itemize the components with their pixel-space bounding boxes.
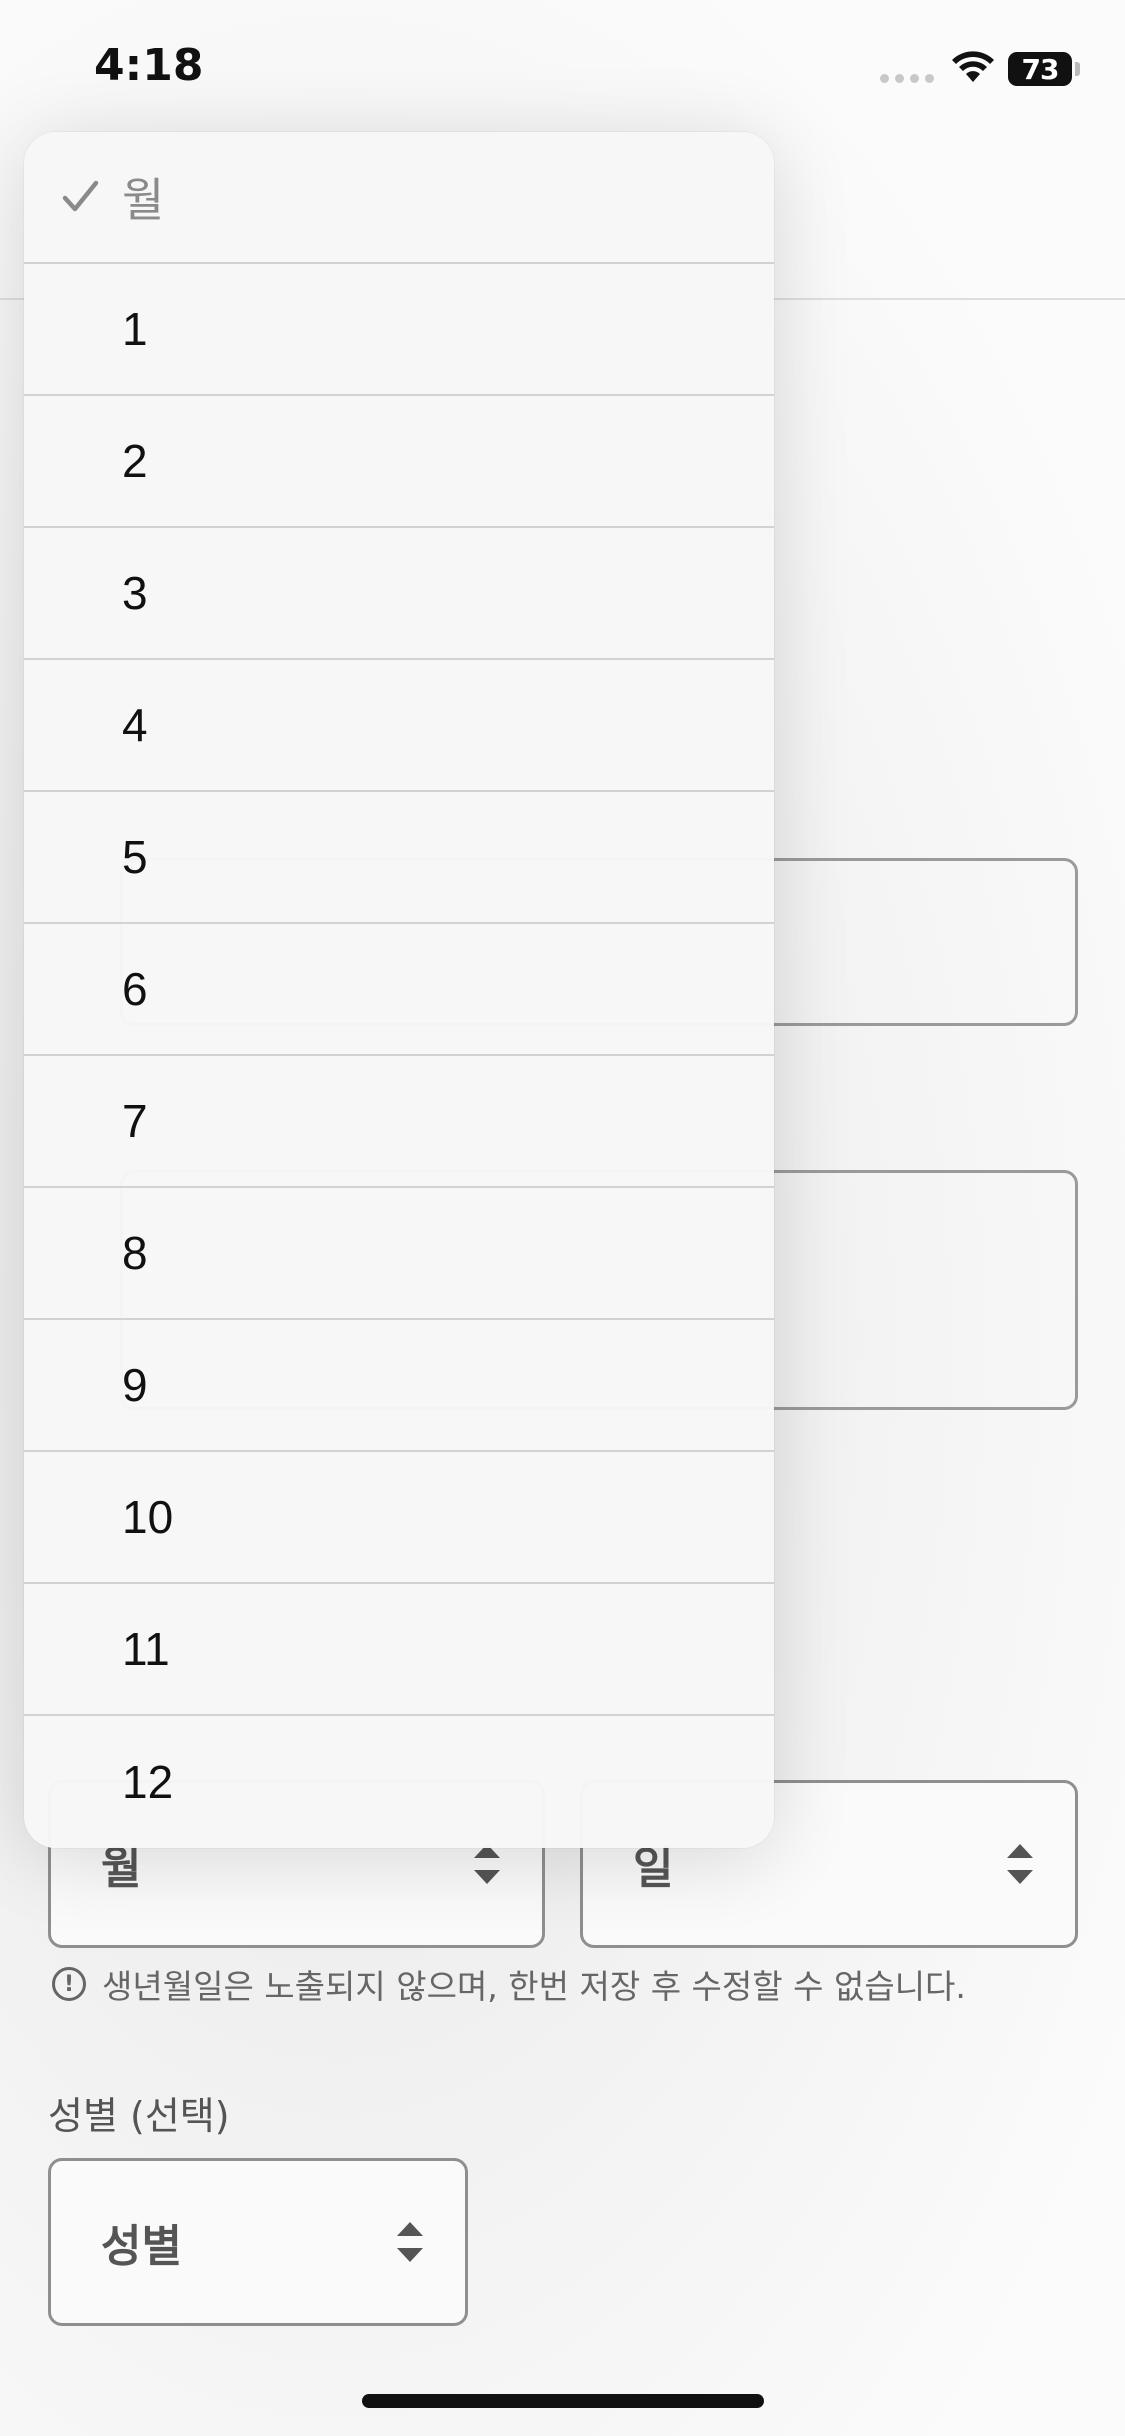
- menu-item-label: 월: [122, 174, 165, 226]
- menu-item-month-4[interactable]: 4: [24, 660, 774, 792]
- updown-chevron-icon: [1005, 1842, 1035, 1886]
- birthdate-notice-text: 생년월일은 노출되지 않으며, 한번 저장 후 수정할 수 없습니다.: [102, 1967, 966, 2006]
- menu-item-month-11[interactable]: 11: [24, 1584, 774, 1716]
- menu-item-month-2[interactable]: 2: [24, 396, 774, 528]
- battery-tip: [1075, 62, 1080, 76]
- battery-icon: 73: [1008, 52, 1072, 86]
- info-icon: !: [52, 1967, 86, 2001]
- menu-item-label: 7: [122, 1095, 148, 1147]
- gender-select[interactable]: 성별: [48, 2158, 468, 2326]
- menu-item-label: 10: [122, 1491, 174, 1543]
- menu-item-label: 9: [122, 1359, 148, 1411]
- menu-item-label: 5: [122, 831, 148, 883]
- updown-chevron-icon: [395, 2220, 425, 2264]
- menu-item-month-12[interactable]: 12: [24, 1716, 774, 1848]
- menu-item-month-9[interactable]: 9: [24, 1320, 774, 1452]
- menu-item-month-5[interactable]: 5: [24, 792, 774, 924]
- wifi-icon: [952, 51, 994, 82]
- birthdate-notice: ! 생년월일은 노출되지 않으며, 한번 저장 후 수정할 수 없습니다.: [52, 1960, 966, 2008]
- checkmark-icon: [62, 180, 99, 212]
- gender-label: 성별 (선택): [48, 2094, 230, 2138]
- status-time: 4:18: [94, 40, 204, 91]
- menu-item-label: 2: [122, 435, 148, 487]
- gender-select-value: 성별: [101, 2221, 182, 2272]
- menu-item-month-10[interactable]: 10: [24, 1452, 774, 1584]
- menu-item-selected-placeholder[interactable]: 월: [24, 132, 774, 264]
- status-bar: 4:18 73: [0, 0, 1125, 130]
- menu-item-month-6[interactable]: 6: [24, 924, 774, 1056]
- home-indicator[interactable]: [362, 2394, 764, 2408]
- menu-item-label: 6: [122, 963, 148, 1015]
- menu-item-label: 8: [122, 1227, 148, 1279]
- menu-item-label: 3: [122, 567, 148, 619]
- cellular-signal-icon: [880, 74, 934, 83]
- menu-item-month-7[interactable]: 7: [24, 1056, 774, 1188]
- menu-item-month-1[interactable]: 1: [24, 264, 774, 396]
- updown-chevron-icon: [472, 1842, 502, 1886]
- menu-item-label: 12: [122, 1756, 174, 1808]
- menu-item-label: 11: [122, 1623, 170, 1675]
- menu-item-month-3[interactable]: 3: [24, 528, 774, 660]
- menu-item-label: 1: [122, 303, 148, 355]
- month-dropdown-menu: 월 1 2 3 4 5 6 7 8 9 10 11 12: [24, 132, 774, 1848]
- menu-item-label: 4: [122, 699, 148, 751]
- menu-item-month-8[interactable]: 8: [24, 1188, 774, 1320]
